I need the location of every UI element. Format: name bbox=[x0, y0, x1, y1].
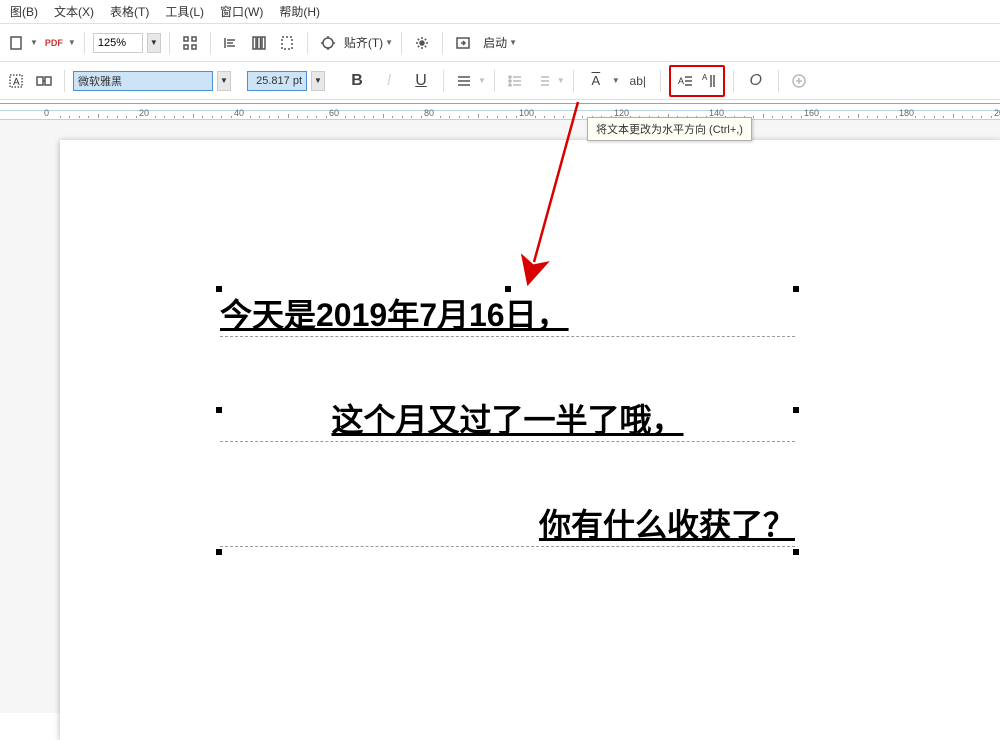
snap-label[interactable]: 贴齐(T) bbox=[344, 34, 383, 51]
bullets-button[interactable] bbox=[503, 69, 527, 93]
font-case-button[interactable]: A bbox=[582, 69, 610, 93]
add-button[interactable] bbox=[787, 69, 811, 93]
canvas-area: 今天是2019年7月16日， 这个月又过了一半了哦， 你有什么收获了？ bbox=[0, 120, 1000, 713]
align-left-icon[interactable] bbox=[219, 31, 243, 55]
export-pdf-icon[interactable]: PDF bbox=[42, 31, 66, 55]
text-direction-group: A A bbox=[669, 65, 725, 97]
launch-label[interactable]: 启动 bbox=[483, 34, 507, 51]
vertical-text-button[interactable]: A bbox=[697, 69, 721, 93]
horizontal-text-button[interactable]: A bbox=[673, 69, 697, 93]
menu-bar: 图(B) 文本(X) 表格(T) 工具(L) 窗口(W) 帮助(H) bbox=[0, 0, 1000, 24]
text-tool-icon[interactable]: A bbox=[4, 69, 28, 93]
toolbar-text: A ▼ ▼ B I U ▼ ▼ A ▼ ab| A A O bbox=[0, 62, 1000, 100]
page-border-icon[interactable] bbox=[275, 31, 299, 55]
menu-window[interactable]: 窗口(W) bbox=[212, 3, 271, 20]
font-family-dropdown[interactable]: ▼ bbox=[217, 71, 231, 91]
text-frame[interactable]: 今天是2019年7月16日， bbox=[220, 290, 795, 337]
italic-button[interactable]: I bbox=[375, 69, 403, 93]
svg-text:A: A bbox=[678, 76, 684, 86]
snap-icon[interactable] bbox=[316, 31, 340, 55]
zoom-input[interactable] bbox=[93, 33, 143, 53]
menu-image[interactable]: 图(B) bbox=[2, 3, 46, 20]
svg-text:A: A bbox=[702, 73, 708, 82]
clear-format-button[interactable]: O bbox=[742, 69, 770, 93]
insert-char-button[interactable]: ab| bbox=[624, 69, 652, 93]
menu-help[interactable]: 帮助(H) bbox=[271, 3, 328, 20]
font-size-input[interactable] bbox=[247, 71, 307, 91]
numbering-button[interactable] bbox=[531, 69, 555, 93]
ruler: 020406080100120140160180200 bbox=[0, 100, 1000, 120]
text-line-2[interactable]: 这个月又过了一半了哦， bbox=[220, 395, 795, 442]
bold-button[interactable]: B bbox=[343, 69, 371, 93]
columns-icon[interactable] bbox=[247, 31, 271, 55]
zoom-dropdown[interactable]: ▼ bbox=[147, 33, 161, 53]
link-frame-icon[interactable] bbox=[32, 69, 56, 93]
toolbar-main: ▼ PDF ▼ ▼ 贴齐(T) ▼ 启动 ▼ bbox=[0, 24, 1000, 62]
menu-table[interactable]: 表格(T) bbox=[102, 3, 157, 20]
tooltip: 将文本更改为水平方向 (Ctrl+,) bbox=[587, 117, 752, 141]
text-frame-3[interactable]: 你有什么收获了？ bbox=[220, 500, 795, 547]
document-page[interactable]: 今天是2019年7月16日， 这个月又过了一半了哦， 你有什么收获了？ bbox=[60, 140, 1000, 740]
text-frame-2[interactable]: 这个月又过了一半了哦， bbox=[220, 395, 795, 442]
svg-text:A: A bbox=[13, 77, 20, 88]
font-size-dropdown[interactable]: ▼ bbox=[311, 71, 325, 91]
new-doc-icon[interactable] bbox=[4, 31, 28, 55]
underline-button[interactable]: U bbox=[407, 69, 435, 93]
align-button[interactable] bbox=[452, 69, 476, 93]
text-line-3[interactable]: 你有什么收获了？ bbox=[220, 500, 795, 547]
font-family-input[interactable] bbox=[73, 71, 213, 91]
options-icon[interactable] bbox=[410, 31, 434, 55]
fullscreen-icon[interactable] bbox=[178, 31, 202, 55]
launch-icon[interactable] bbox=[451, 31, 475, 55]
text-line-1[interactable]: 今天是2019年7月16日， bbox=[220, 290, 795, 337]
menu-text[interactable]: 文本(X) bbox=[46, 3, 102, 20]
menu-tools[interactable]: 工具(L) bbox=[157, 3, 212, 20]
